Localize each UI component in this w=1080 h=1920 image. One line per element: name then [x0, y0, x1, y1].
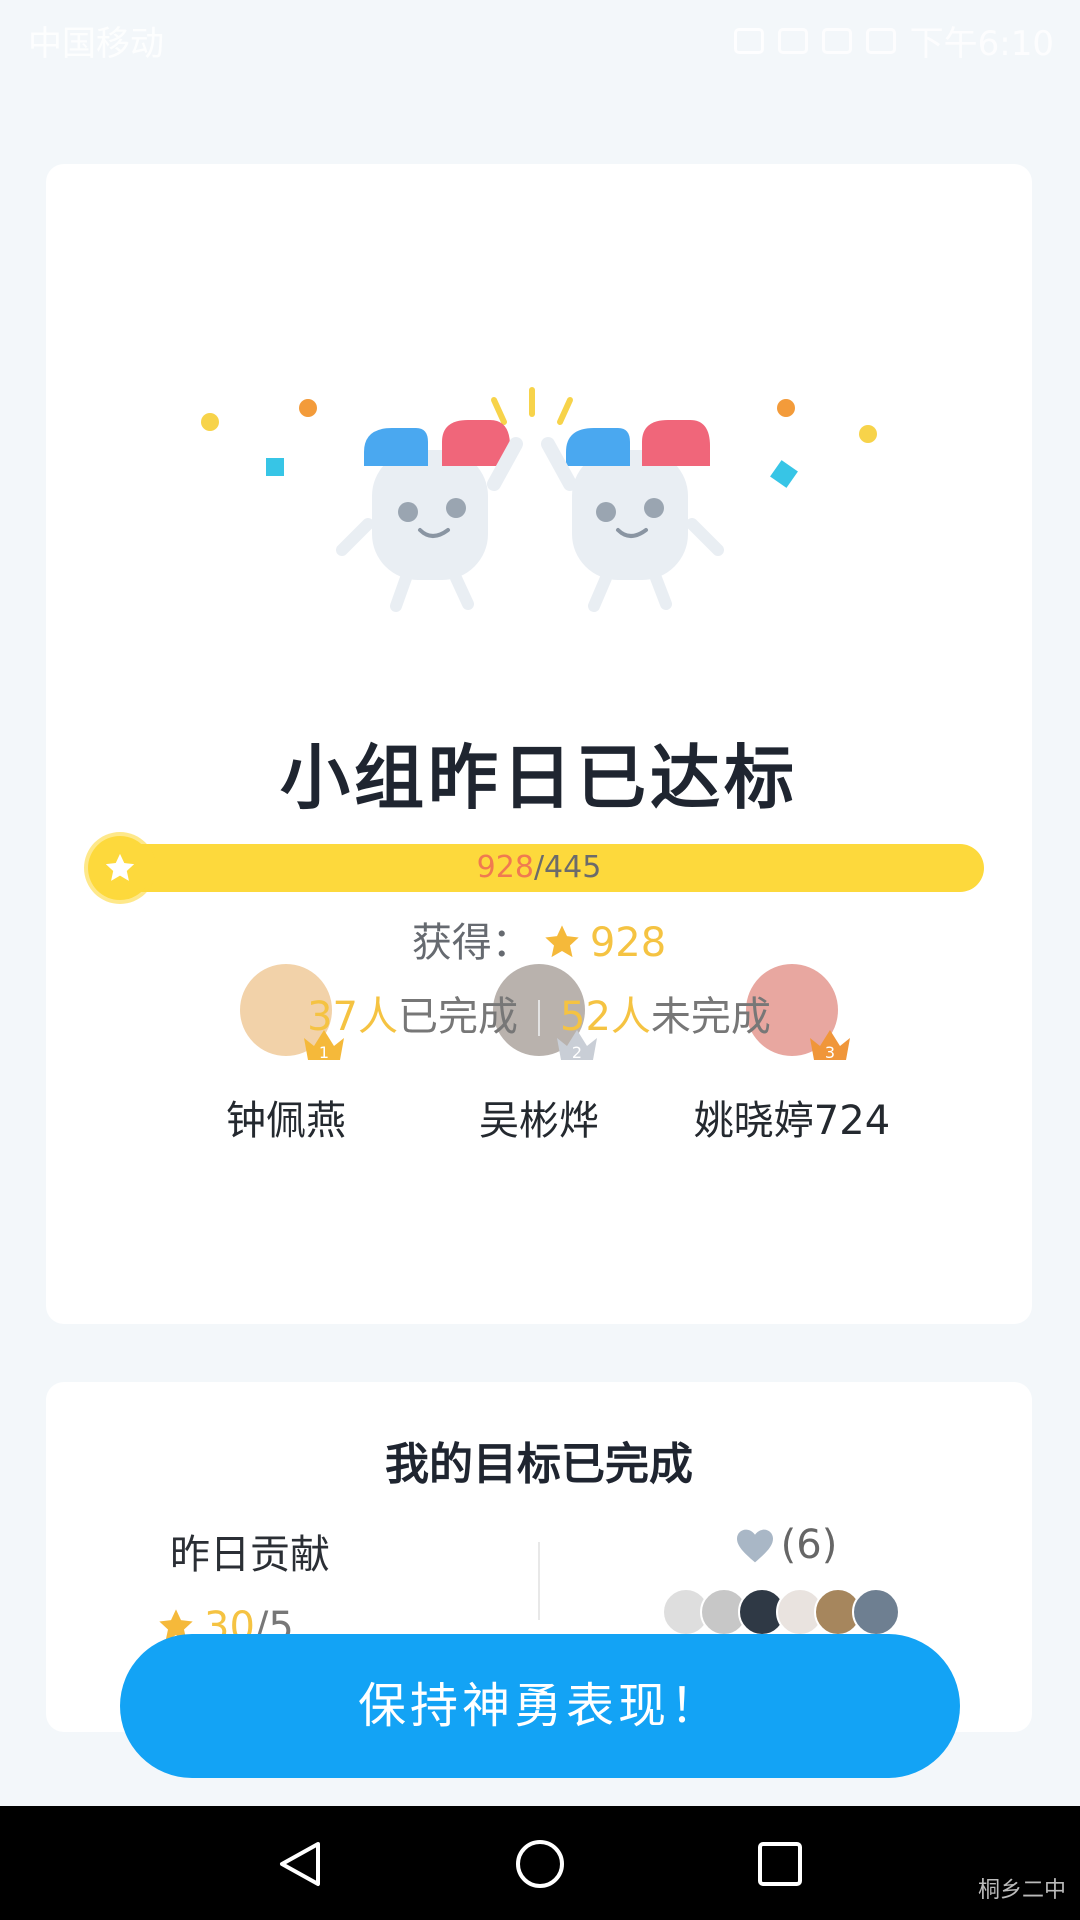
notification-icon [777, 27, 808, 54]
progress-label: 928/445 [94, 844, 984, 892]
completion-stats: 37人已完成 52人未完成 [46, 984, 1032, 1042]
contribution-block: 昨日贡献 30/5 [146, 1522, 446, 1650]
stats-divider [538, 1000, 540, 1036]
earned-points: 获得： 928 [46, 910, 1032, 968]
liker-avatars[interactable] [586, 1588, 986, 1636]
battery-icon [865, 27, 896, 54]
home-icon[interactable] [514, 1838, 566, 1890]
contribution-label: 昨日贡献 [170, 1532, 330, 1578]
signal-icon [821, 27, 852, 54]
system-nav-bar: 桐乡二中 [0, 1806, 1080, 1920]
back-icon[interactable] [274, 1838, 326, 1890]
celebration-illustration [201, 387, 877, 612]
likes-block[interactable]: (6) [586, 1522, 986, 1636]
heart-icon[interactable] [735, 1528, 775, 1564]
completed-count[interactable]: 37人 [307, 994, 398, 1040]
completed-label[interactable]: 已完成 [398, 994, 518, 1040]
incomplete-label[interactable]: 未完成 [651, 994, 771, 1040]
left-mascot-icon [336, 420, 523, 612]
earned-value: 928 [589, 920, 667, 966]
status-icons: 下午6:10 [733, 16, 1054, 65]
my-goal-heading: 我的目标已完成 [385, 1439, 693, 1490]
star-icon [545, 925, 579, 958]
avatar[interactable] [852, 1588, 900, 1636]
rank-number: 3 [825, 1043, 835, 1062]
progress-target: 445 [544, 850, 602, 885]
clock: 下午6:10 [909, 24, 1054, 64]
rank-number: 1 [319, 1043, 329, 1062]
incomplete-count[interactable]: 52人 [560, 994, 651, 1040]
earned-label: 获得： [411, 920, 532, 966]
alarm-icon [733, 27, 764, 54]
page-title: 小组昨日已达标 [280, 737, 798, 819]
progress-separator: / [533, 850, 545, 885]
carrier-name: 中国移动 [28, 24, 164, 64]
progress-bar: 928/445 [88, 836, 984, 900]
keep-going-button[interactable]: 保持神勇表现！ [120, 1634, 960, 1778]
progress-current: 928 [476, 850, 534, 885]
team-result-card: 小组昨日已达标 获得： 928 928/445 1 钟佩燕 2 吴彬烨 3 姚晓婷… [46, 164, 1032, 1324]
watermark: 桐乡二中 [977, 1878, 1066, 1903]
rank-number: 2 [572, 1043, 582, 1062]
likes-count[interactable]: (6) [586, 1522, 986, 1568]
recents-icon[interactable] [754, 1838, 806, 1890]
likes-value: (6) [780, 1522, 838, 1568]
status-bar: 中国移动 下午6:10 [0, 0, 1080, 72]
ranking-name: 姚晓婷724 [693, 1098, 891, 1144]
right-mascot-icon [541, 420, 724, 612]
card-divider [538, 1542, 540, 1620]
